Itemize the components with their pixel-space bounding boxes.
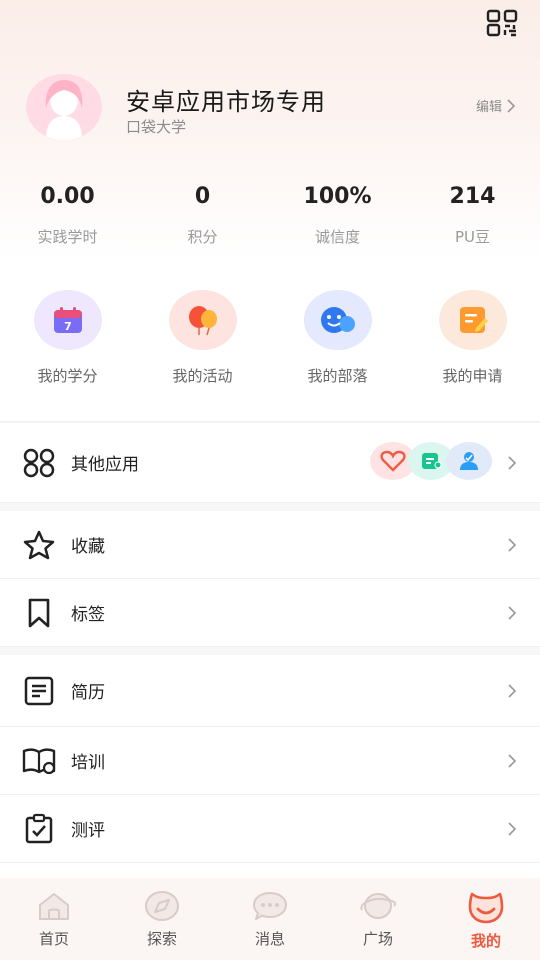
menu-item-training[interactable]: 培训 — [0, 727, 540, 795]
stat-integrity[interactable]: 100% 诚信度 — [270, 184, 405, 254]
calendar-icon: 7 — [33, 290, 102, 350]
menu-item-assessment[interactable]: 测评 — [0, 795, 540, 863]
menu-item-favorites[interactable]: 收藏 — [0, 511, 540, 579]
apps-grid-icon — [22, 446, 56, 480]
chevron-right-icon — [507, 98, 516, 113]
quick-action-tribe[interactable]: 我的部落 — [270, 290, 405, 390]
compass-icon — [145, 891, 179, 921]
quick-action-applications[interactable]: 我的申请 — [405, 290, 540, 390]
stat-value: 214 — [449, 184, 496, 209]
chevron-right-icon — [508, 537, 517, 552]
quick-action-credits[interactable]: 7 我的学分 — [0, 290, 135, 390]
app-preview-icons — [370, 442, 492, 480]
menu-item-other-apps[interactable]: 其他应用 — [0, 423, 540, 503]
menu-item-label: 测评 — [71, 821, 105, 841]
edit-profile-link[interactable]: 编辑 — [476, 96, 516, 115]
menu-gap — [0, 647, 540, 655]
quick-action-label: 我的部落 — [307, 367, 368, 385]
clipboard-check-icon — [22, 812, 56, 846]
calendar-day: 7 — [64, 320, 72, 333]
stats-row: 0.00 实践学时 0 积分 100% 诚信度 214 PU豆 — [0, 184, 540, 254]
stat-points[interactable]: 0 积分 — [135, 184, 270, 254]
smile-face-icon — [468, 892, 504, 924]
quick-action-label: 我的学分 — [37, 367, 98, 385]
menu-list: 其他应用 收藏 标签 简历 培训 测评 — [0, 423, 540, 863]
tab-label: 首页 — [38, 930, 69, 948]
stat-label: PU豆 — [454, 228, 491, 246]
bookmark-icon — [22, 596, 56, 630]
tab-square[interactable]: 广场 — [324, 878, 432, 960]
tab-messages[interactable]: 消息 — [216, 878, 324, 960]
chevron-right-icon — [508, 605, 517, 620]
stat-value: 0 — [194, 184, 211, 209]
menu-item-label: 其他应用 — [71, 455, 139, 475]
tab-label: 消息 — [254, 930, 285, 948]
tab-mine[interactable]: 我的 — [432, 878, 540, 960]
menu-item-label: 标签 — [71, 605, 105, 625]
avatar[interactable] — [26, 74, 102, 140]
chevron-right-icon — [508, 753, 517, 768]
menu-gap — [0, 503, 540, 511]
application-edit-icon — [438, 290, 507, 350]
username: 安卓应用市场专用 — [126, 88, 326, 116]
menu-item-resume[interactable]: 简历 — [0, 655, 540, 727]
tab-label: 探索 — [146, 930, 177, 948]
menu-item-label: 培训 — [71, 753, 105, 773]
menu-item-tags[interactable]: 标签 — [0, 579, 540, 647]
stat-practice-hours[interactable]: 0.00 实践学时 — [0, 184, 135, 254]
stat-label: 实践学时 — [37, 228, 98, 246]
chat-bubble-icon — [253, 892, 287, 920]
tab-explore[interactable]: 探索 — [108, 878, 216, 960]
menu-item-label: 收藏 — [71, 537, 105, 557]
stat-value: 100% — [303, 184, 372, 209]
profile-app-icon — [446, 442, 492, 480]
qr-code-button[interactable] — [486, 9, 518, 37]
quick-action-label: 我的申请 — [442, 367, 503, 385]
school-name: 口袋大学 — [126, 118, 187, 136]
tab-label: 广场 — [362, 930, 393, 948]
tab-label: 我的 — [470, 932, 501, 950]
stat-label: 积分 — [187, 228, 218, 246]
balloons-icon — [168, 290, 237, 350]
planet-icon — [360, 893, 397, 919]
home-icon — [39, 893, 69, 920]
stat-value: 0.00 — [40, 184, 95, 209]
quick-action-activities[interactable]: 我的活动 — [135, 290, 270, 390]
default-avatar-icon — [31, 74, 97, 140]
star-icon — [22, 528, 56, 562]
tribe-face-icon — [303, 290, 372, 350]
quick-actions: 7 我的学分 我的活动 我的部落 我的申请 — [0, 290, 540, 390]
chevron-right-icon — [508, 821, 517, 836]
resume-icon — [22, 674, 56, 708]
tab-home[interactable]: 首页 — [0, 878, 108, 960]
book-training-icon — [22, 744, 56, 778]
profile-header[interactable]: 安卓应用市场专用 口袋大学 编辑 — [26, 74, 516, 140]
chevron-right-icon — [508, 683, 517, 698]
chevron-right-icon — [508, 455, 517, 470]
stat-label: 诚信度 — [314, 228, 360, 246]
quick-action-label: 我的活动 — [172, 367, 233, 385]
edit-label: 编辑 — [475, 100, 502, 115]
stat-pu-beans[interactable]: 214 PU豆 — [405, 184, 540, 254]
bottom-tab-bar: 首页 探索 消息 广场 我的 — [0, 878, 540, 960]
qr-code-icon — [486, 9, 518, 37]
menu-item-label: 简历 — [71, 683, 105, 703]
